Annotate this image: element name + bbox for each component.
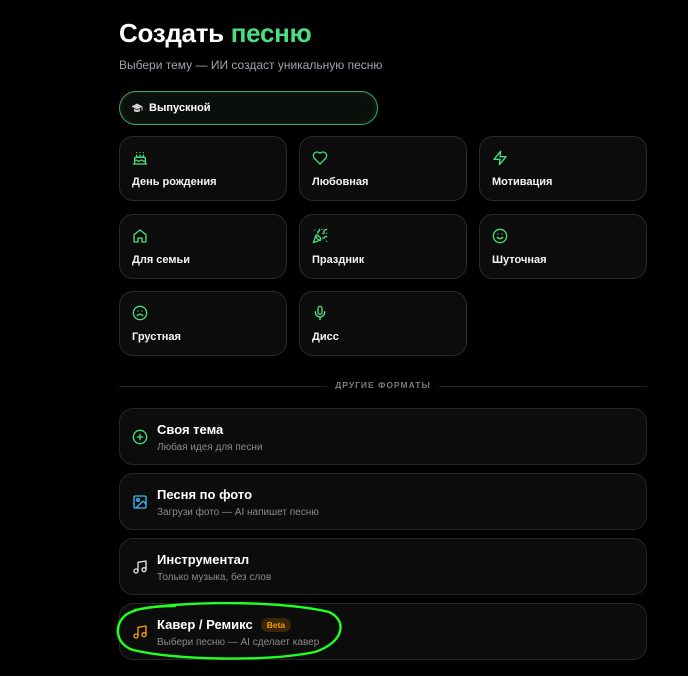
format-instrumental[interactable]: Инструментал Только музыка, без слов [119,538,647,595]
theme-family[interactable]: Для семьи [119,214,287,279]
format-title: Своя тема [157,422,224,437]
format-subtitle: Любая идея для песни [157,442,263,453]
format-custom-theme[interactable]: Своя тема Любая идея для песни [119,408,647,465]
theme-sad[interactable]: Грустная [119,291,287,356]
plus-circle-icon [132,429,148,445]
format-subtitle: Только музыка, без слов [157,572,272,583]
theme-love[interactable]: Любовная [299,136,467,201]
theme-label: Любовная [312,176,369,188]
theme-diss[interactable]: Дисс [299,291,467,356]
page-title-main: Создать [119,18,224,48]
theme-motivation[interactable]: Мотивация [479,136,647,201]
theme-birthday[interactable]: День рождения [119,136,287,201]
format-title: Кавер / Ремикс Beta [157,617,292,632]
heart-icon [312,150,328,166]
page-title-accent: песню [230,18,312,48]
format-title-text: Кавер / Ремикс [157,617,253,632]
selected-theme-chip[interactable]: Выпускной [119,91,378,125]
cake-icon [132,150,148,166]
theme-funny[interactable]: Шуточная [479,214,647,279]
theme-label: Грустная [132,331,181,343]
image-icon [132,494,148,510]
party-popper-icon [312,228,328,244]
theme-label: День рождения [132,176,217,188]
theme-label: Дисс [312,331,339,343]
home-icon [132,228,148,244]
format-subtitle: Загрузи фото — AI напишет песню [157,507,319,518]
page-subtitle: Выбери тему — ИИ создаст уникальную песн… [119,58,383,72]
theme-label: Для семьи [132,254,191,266]
other-formats-heading: ДРУГИЕ ФОРМАТЫ [327,380,439,390]
format-title: Песня по фото [157,487,253,502]
theme-label: Шуточная [492,254,547,266]
theme-label: Праздник [312,254,365,266]
music-note-icon [132,559,148,575]
smile-icon [492,228,508,244]
format-cover-remix[interactable]: Кавер / Ремикс Beta Выбери песню — AI сд… [119,603,647,660]
beta-badge: Beta [260,617,292,632]
music-note-icon [132,624,148,640]
format-title: Инструментал [157,552,250,567]
page-title: Создать песню [119,18,312,49]
microphone-icon [312,305,328,321]
theme-label: Мотивация [492,176,553,188]
selected-theme-label: Выпускной [149,102,211,114]
sad-face-icon [132,305,148,321]
format-song-from-photo[interactable]: Песня по фото Загрузи фото — AI напишет … [119,473,647,530]
graduation-cap-icon [131,102,143,114]
theme-holiday[interactable]: Праздник [299,214,467,279]
lightning-icon [492,150,508,166]
other-formats-divider: ДРУГИЕ ФОРМАТЫ [119,380,647,390]
format-subtitle: Выбери песню — AI сделает кавер [157,637,320,648]
